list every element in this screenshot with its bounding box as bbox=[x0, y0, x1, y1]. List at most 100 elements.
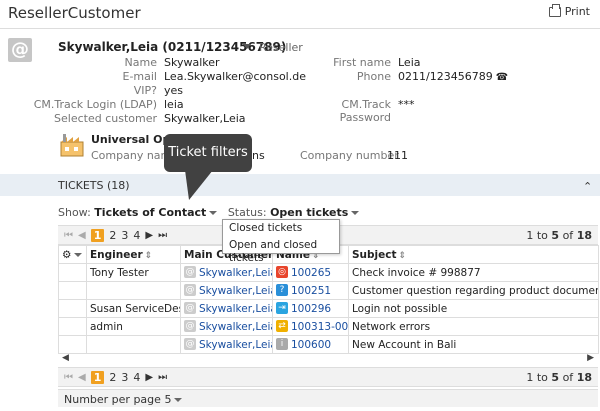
network-icon: ⇄ bbox=[276, 319, 288, 332]
row-select-cell[interactable] bbox=[58, 281, 87, 300]
row-select-cell[interactable] bbox=[58, 299, 87, 318]
ticket-link[interactable]: 100296 bbox=[291, 303, 331, 315]
per-page-select[interactable]: 5 bbox=[164, 393, 171, 406]
field-label-password: CM.Track Password bbox=[339, 98, 391, 124]
show-filter-label: Show: bbox=[58, 206, 91, 219]
column-settings-gear-icon[interactable]: ⚙ bbox=[58, 245, 87, 264]
page-3-button[interactable]: 3 bbox=[121, 229, 128, 242]
last-page-icon[interactable]: ⏭ bbox=[158, 230, 167, 241]
sort-icon: ⇕ bbox=[144, 250, 153, 261]
customer-link[interactable]: Skywalker,Leia bbox=[199, 321, 272, 333]
table-row[interactable]: Susan ServiceDesk @ Skywalker,Leia ⇥ 100296 L… bbox=[58, 299, 599, 318]
page-2-button[interactable]: 2 bbox=[109, 229, 116, 242]
pager-count: 1 to 5 of 18 bbox=[526, 229, 592, 242]
customer-at-icon: @ bbox=[184, 301, 196, 314]
subject-cell: Check invoice # 998877 bbox=[348, 263, 599, 282]
tooltip-pointer bbox=[185, 170, 213, 200]
status-filter-dropdown[interactable]: Open tickets bbox=[270, 206, 348, 219]
field-value-ldap: leia bbox=[164, 98, 184, 111]
previous-page-icon[interactable]: ◀ bbox=[78, 230, 86, 241]
ticket-link[interactable]: 100265 bbox=[291, 267, 331, 279]
page-4-button[interactable]: 4 bbox=[133, 229, 140, 242]
first-page-icon[interactable]: ⏮ bbox=[64, 230, 73, 241]
main-customer-cell[interactable]: @ Skywalker,Leia bbox=[180, 317, 273, 336]
ticket-name-cell[interactable]: ⇥ 100296 bbox=[272, 299, 349, 318]
printer-icon bbox=[548, 3, 561, 17]
page-title: ResellerCustomer bbox=[8, 4, 141, 22]
customer-link[interactable]: Skywalker,Leia bbox=[199, 267, 272, 279]
per-page-caret-icon[interactable] bbox=[174, 398, 183, 402]
customer-menu-caret-icon[interactable] bbox=[243, 44, 251, 49]
status-option-open-and-closed[interactable]: Open and closed tickets bbox=[223, 237, 339, 267]
show-filter-caret-icon[interactable] bbox=[209, 211, 218, 215]
customer-link[interactable]: Skywalker,Leia bbox=[199, 303, 272, 315]
pager-of-label: of bbox=[562, 229, 574, 242]
customer-at-icon: @ bbox=[184, 283, 196, 296]
subject-cell: Network errors bbox=[348, 317, 599, 336]
question-icon: ? bbox=[276, 283, 288, 296]
customer-at-icon: @ bbox=[184, 265, 196, 278]
ticket-name-cell[interactable]: i 100600 bbox=[272, 335, 349, 354]
page-1-button[interactable]: 1 bbox=[90, 229, 105, 242]
tickets-title: TICKETS (18) bbox=[58, 179, 130, 192]
info-icon: i bbox=[276, 337, 288, 350]
pager-range-prefix: 1 to bbox=[526, 229, 548, 242]
ticket-name-cell[interactable]: ? 100251 bbox=[272, 281, 349, 300]
main-customer-cell[interactable]: @ Skywalker,Leia bbox=[180, 335, 273, 354]
field-label-ldap: CM.Track Login (LDAP) bbox=[33, 98, 157, 111]
show-filter-dropdown[interactable]: Tickets of Contact bbox=[94, 206, 206, 219]
page-4-button[interactable]: 4 bbox=[133, 371, 140, 384]
field-value-phone: 0211/123456789 ☎ bbox=[398, 70, 508, 83]
next-page-icon[interactable]: ▶ bbox=[145, 372, 153, 383]
print-button[interactable]: Print bbox=[548, 3, 590, 18]
ticket-link[interactable]: 100251 bbox=[291, 285, 331, 297]
main-customer-cell[interactable]: @ Skywalker,Leia bbox=[180, 281, 273, 300]
ticket-link[interactable]: 100313-001 bbox=[291, 321, 348, 333]
table-row[interactable]: @ Skywalker,Leia? 100251 Customer question … bbox=[58, 281, 599, 300]
engineer-cell bbox=[86, 281, 181, 300]
horizontal-scrollbar[interactable]: ◀ ▶ bbox=[58, 353, 598, 365]
row-select-cell[interactable] bbox=[58, 335, 87, 354]
customer-link[interactable]: Skywalker,Leia bbox=[199, 285, 272, 297]
row-select-cell[interactable] bbox=[58, 317, 87, 336]
ticket-link[interactable]: 100600 bbox=[291, 339, 331, 351]
status-filter-caret-icon[interactable] bbox=[351, 211, 360, 215]
table-row[interactable]: admin@Skywalker,Leia⇄100313-001Network e… bbox=[58, 317, 599, 336]
per-page-bar: Number per page 5 bbox=[58, 389, 598, 407]
table-row[interactable]: @ Skywalker,Leia i 100600 New Account in Bal… bbox=[58, 335, 599, 354]
customer-link[interactable]: Skywalker,Leia bbox=[199, 339, 272, 351]
customer-at-icon: @ bbox=[184, 319, 196, 332]
subject-cell: New Account in Bali bbox=[348, 335, 599, 354]
row-select-cell[interactable] bbox=[58, 263, 87, 282]
column-header-subject[interactable]: Subject ⇕ bbox=[348, 245, 599, 264]
customer-name[interactable]: Skywalker,Leia (0211/123456789) bbox=[58, 40, 286, 54]
field-label-name: Name bbox=[124, 56, 157, 69]
last-page-icon[interactable]: ⏭ bbox=[158, 372, 167, 383]
previous-page-icon[interactable]: ◀ bbox=[78, 372, 86, 383]
scroll-left-icon[interactable]: ◀ bbox=[62, 353, 69, 363]
customer-at-icon: @ bbox=[184, 337, 196, 350]
pager-count: 1 to 5 of 18 bbox=[526, 371, 592, 384]
field-label-selected-customer: Selected customer bbox=[54, 112, 157, 125]
column-header-engineer[interactable]: Engineer ⇕ bbox=[86, 245, 181, 264]
customer-role: Reseller bbox=[259, 41, 303, 54]
pager-range-prefix: 1 to bbox=[526, 371, 548, 384]
scroll-right-icon[interactable]: ▶ bbox=[587, 353, 594, 363]
first-page-icon[interactable]: ⏮ bbox=[64, 372, 73, 383]
telephone-icon[interactable]: ☎ bbox=[496, 72, 508, 83]
pager-total: 18 bbox=[576, 229, 592, 242]
subject-cell: Customer question regarding product docu… bbox=[348, 281, 599, 300]
status-filter-label: Status: bbox=[227, 206, 267, 219]
page-2-button[interactable]: 2 bbox=[109, 371, 116, 384]
next-page-icon[interactable]: ▶ bbox=[145, 230, 153, 241]
field-value-vip: yes bbox=[164, 84, 184, 97]
ticket-name-cell[interactable]: ⇄100313-001 bbox=[272, 317, 349, 336]
field-label-first-name: First name bbox=[333, 56, 391, 69]
target-icon: ◎ bbox=[276, 265, 288, 278]
pager-range-end: 5 bbox=[551, 229, 560, 242]
page-3-button[interactable]: 3 bbox=[121, 371, 128, 384]
main-customer-cell[interactable]: @ Skywalker,Leia bbox=[180, 299, 273, 318]
status-option-closed[interactable]: Closed tickets bbox=[223, 220, 339, 237]
page-1-button[interactable]: 1 bbox=[90, 371, 105, 384]
collapse-chevron-icon[interactable]: ⌃ bbox=[583, 180, 592, 193]
